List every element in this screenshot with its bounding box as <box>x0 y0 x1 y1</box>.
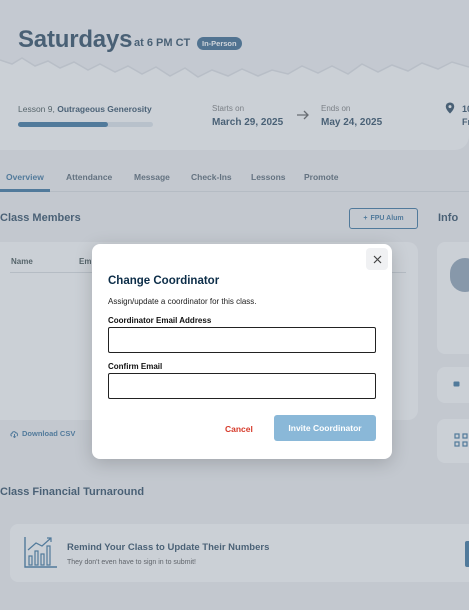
close-button[interactable] <box>366 248 388 270</box>
coordinator-email-field[interactable] <box>108 327 376 353</box>
dialog-description: Assign/update a coordinator for this cla… <box>108 297 257 306</box>
invite-coordinator-button[interactable]: Invite Coordinator <box>274 415 376 441</box>
cancel-button[interactable]: Cancel <box>225 424 253 434</box>
confirm-email-field[interactable] <box>108 373 376 399</box>
change-coordinator-dialog: Change Coordinator Assign/update a coord… <box>92 244 392 459</box>
coordinator-email-label: Coordinator Email Address <box>108 316 212 325</box>
confirm-email-label: Confirm Email <box>108 362 163 371</box>
close-icon <box>373 255 381 263</box>
dialog-title: Change Coordinator <box>108 275 220 287</box>
